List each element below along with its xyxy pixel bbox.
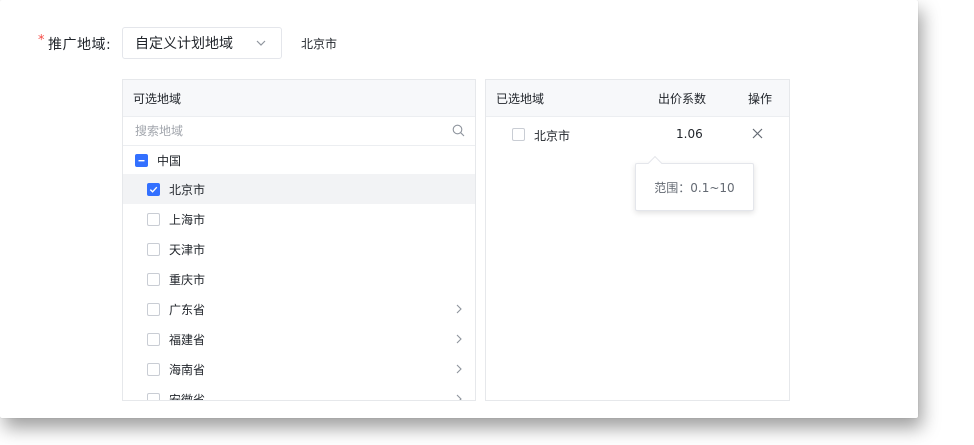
chevron-right-icon[interactable] (455, 304, 463, 314)
selected-regions-header: 已选地域 出价系数 操作 (486, 80, 789, 117)
search-icon[interactable] (452, 124, 465, 137)
column-header-region: 已选地域 (496, 91, 545, 106)
tree-node-region[interactable]: 广东省 (123, 294, 475, 324)
tree-node-region[interactable]: 上海市 (123, 204, 475, 234)
tree-node-region[interactable]: 天津市 (123, 234, 475, 264)
tree-children: 北京市上海市天津市重庆市广东省福建省海南省安徽省 (123, 174, 475, 401)
chevron-down-icon (256, 40, 266, 46)
region-label: 北京市 (169, 182, 206, 197)
required-mark: * (38, 33, 45, 48)
available-regions-panel: 可选地域 中国 北京市上海市天津市重庆市广东省福建省海南省安徽省 (122, 79, 476, 401)
close-icon[interactable] (752, 128, 763, 139)
tree-node-region[interactable]: 福建省 (123, 324, 475, 354)
region-checkbox[interactable] (147, 272, 160, 286)
tree-node-china[interactable]: 中国 (123, 146, 475, 174)
region-label: 上海市 (169, 212, 206, 227)
chevron-right-icon[interactable] (455, 364, 463, 374)
region-label: 广东省 (169, 302, 206, 317)
selected-region-checkbox[interactable] (512, 128, 525, 141)
region-label: 福建省 (169, 332, 206, 347)
selected-rows: 北京市 1.06 (486, 117, 789, 149)
region-label: 重庆市 (169, 272, 206, 287)
region-checkbox[interactable] (147, 392, 160, 400)
column-header-bid-coef: 出价系数 (658, 91, 707, 106)
tree-node-china-checkbox[interactable] (135, 153, 148, 167)
region-label: 海南省 (169, 362, 206, 377)
chevron-right-icon[interactable] (455, 334, 463, 344)
field-label-region: 推广地域: (48, 37, 112, 53)
available-regions-title: 可选地域 (133, 91, 182, 106)
region-search (123, 117, 475, 146)
tree-node-region[interactable]: 重庆市 (123, 264, 475, 294)
region-checkbox[interactable] (147, 212, 160, 226)
region-checkbox[interactable] (147, 242, 160, 256)
chevron-right-icon[interactable] (455, 394, 463, 401)
region-label: 天津市 (169, 242, 206, 257)
region-checkbox[interactable] (147, 182, 160, 196)
bid-coef-range-text: 范围：0.1~10 (654, 180, 735, 195)
region-label: 安徽省 (169, 392, 206, 401)
region-checkbox[interactable] (147, 362, 160, 376)
column-header-actions: 操作 (748, 91, 773, 106)
tree-node-region[interactable]: 海南省 (123, 354, 475, 384)
selected-regions-panel: 已选地域 出价系数 操作 北京市 1.06 (485, 79, 790, 401)
region-settings-card: * 推广地域: 自定义计划地域 北京市 可选地域 中国 北京市上海市天津市重庆市… (0, 0, 918, 418)
tree-node-region[interactable]: 安徽省 (123, 384, 475, 401)
check-icon (149, 186, 158, 193)
selected-region-row: 北京市 1.06 (486, 117, 789, 149)
region-search-input[interactable] (135, 124, 435, 138)
region-checkbox[interactable] (147, 302, 160, 316)
selected-region-name: 北京市 (534, 129, 571, 143)
region-type-select[interactable]: 自定义计划地域 (122, 27, 282, 59)
bid-coef-value[interactable]: 1.06 (676, 127, 703, 141)
region-checkbox[interactable] (147, 332, 160, 346)
region-type-select-value: 自定义计划地域 (135, 36, 233, 52)
selected-regions-summary: 北京市 (301, 37, 338, 51)
tree-node-region[interactable]: 北京市 (123, 174, 475, 204)
bid-coef-range-tooltip: 范围：0.1~10 (635, 163, 754, 211)
indeterminate-icon (138, 159, 145, 161)
tree-node-china-label: 中国 (157, 153, 182, 168)
available-regions-header: 可选地域 (123, 80, 475, 117)
